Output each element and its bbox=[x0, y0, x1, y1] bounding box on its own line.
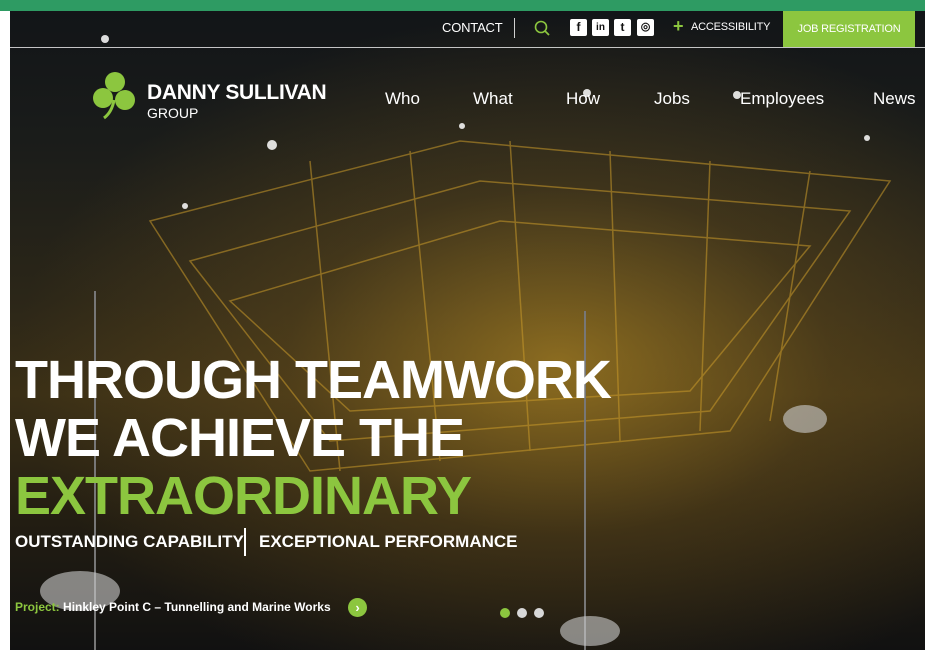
shamrock-logo-icon[interactable] bbox=[90, 70, 140, 120]
project-name[interactable]: Hinkley Point C – Tunnelling and Marine … bbox=[63, 600, 331, 614]
facebook-icon[interactable]: f bbox=[570, 19, 587, 36]
accessibility-link[interactable]: ACCESSIBILITY bbox=[691, 21, 771, 33]
tagline-capability: OUTSTANDING CAPABILITY bbox=[15, 532, 244, 551]
contact-link[interactable]: CONTACT bbox=[442, 20, 503, 35]
nav-employees[interactable]: Employees bbox=[740, 89, 824, 109]
nav-what[interactable]: What bbox=[473, 89, 513, 109]
project-arrow-button[interactable]: › bbox=[348, 598, 367, 617]
nav-jobs[interactable]: Jobs bbox=[654, 89, 690, 109]
top-accent-bar bbox=[0, 0, 925, 11]
hero-banner: CONTACT f in t ◎ + ACCESSIBILITY JOB REG… bbox=[10, 11, 925, 650]
brand-sub[interactable]: GROUP bbox=[147, 105, 198, 121]
tagline-divider bbox=[244, 528, 246, 556]
nav-how[interactable]: How bbox=[566, 89, 600, 109]
instagram-icon[interactable]: ◎ bbox=[637, 19, 654, 36]
brand-name[interactable]: DANNY SULLIVAN bbox=[147, 81, 327, 105]
utility-divider bbox=[514, 18, 515, 38]
hero-headline-line2: WE ACHIEVE THE bbox=[15, 408, 465, 468]
hero-headline-line1: THROUGH TEAMWORK bbox=[15, 350, 612, 410]
carousel-dot-3[interactable] bbox=[534, 608, 544, 618]
search-icon[interactable] bbox=[533, 19, 551, 37]
carousel-dot-2[interactable] bbox=[517, 608, 527, 618]
tagline-performance: EXCEPTIONAL PERFORMANCE bbox=[259, 532, 518, 551]
nav-news[interactable]: News bbox=[873, 89, 916, 109]
carousel-dot-1[interactable] bbox=[500, 608, 510, 618]
utility-bar: CONTACT f in t ◎ + ACCESSIBILITY JOB REG… bbox=[10, 11, 925, 48]
hero-headline-line3: EXTRAORDINARY bbox=[15, 466, 472, 526]
nav-who[interactable]: Who bbox=[385, 89, 420, 109]
linkedin-icon[interactable]: in bbox=[592, 19, 609, 36]
project-caption[interactable]: Project: Hinkley Point C – Tunnelling an… bbox=[15, 600, 331, 614]
twitter-icon[interactable]: t bbox=[614, 19, 631, 36]
job-registration-button[interactable]: JOB REGISTRATION bbox=[783, 11, 915, 47]
project-label: Project: bbox=[15, 600, 60, 614]
accessibility-plus-icon[interactable]: + bbox=[673, 16, 684, 37]
